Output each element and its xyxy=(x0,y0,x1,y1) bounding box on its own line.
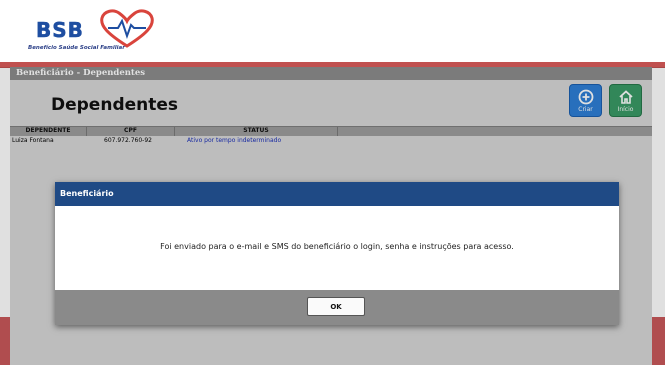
beneficiary-modal: Beneficiário Foi enviado para o e-mail e… xyxy=(55,182,619,325)
logo-subtitle: Benefício Saúde Social Familiar xyxy=(28,45,125,51)
heart-pulse-icon xyxy=(100,9,154,48)
ok-button[interactable]: OK xyxy=(307,297,365,316)
logo-text: BSB xyxy=(36,18,84,43)
modal-title: Beneficiário xyxy=(55,182,619,206)
bsb-logo: BSB Benefício Saúde Social Familiar xyxy=(28,8,168,58)
modal-message: Foi enviado para o e-mail e SMS do benef… xyxy=(160,242,514,251)
modal-footer: OK xyxy=(55,290,619,325)
modal-body: Foi enviado para o e-mail e SMS do benef… xyxy=(55,206,619,290)
